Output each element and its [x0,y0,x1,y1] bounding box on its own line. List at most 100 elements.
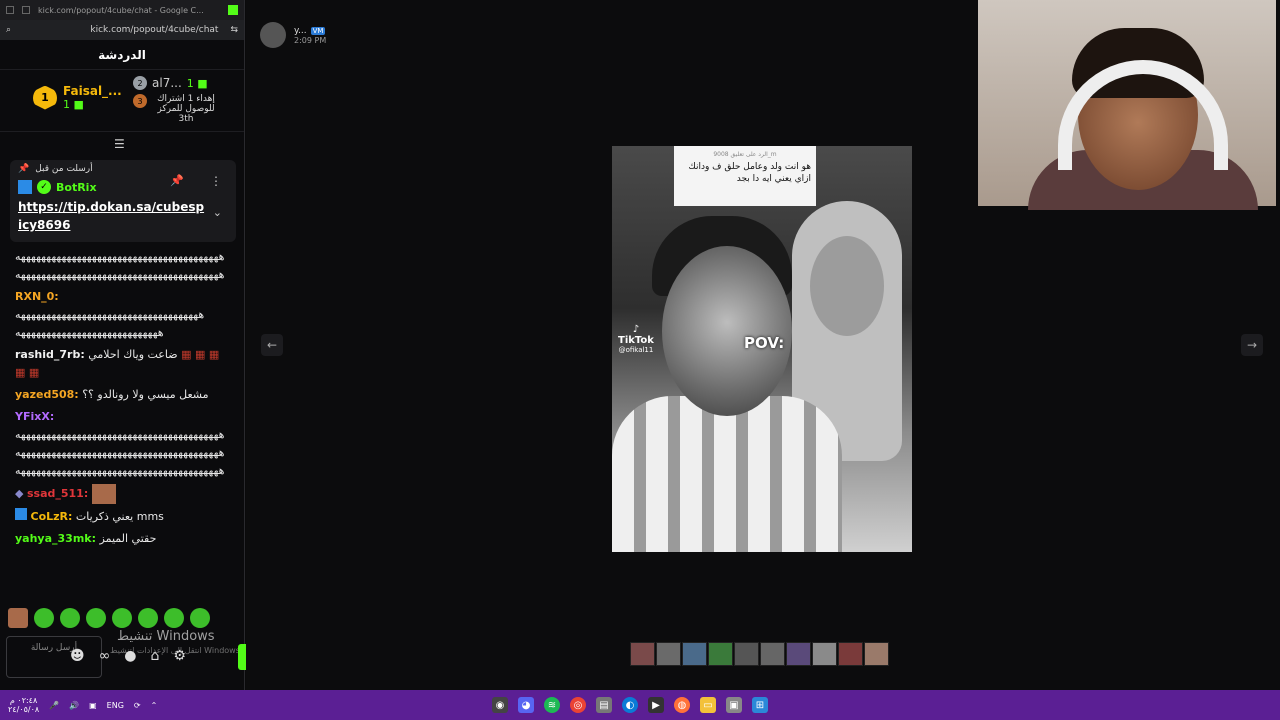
collapse-handle-icon[interactable]: ☰ [114,137,125,151]
leaderboard-second[interactable]: 2 al7... 1 ■ [133,76,208,90]
minimize-icon[interactable] [6,6,14,14]
thumbnail[interactable] [786,642,811,666]
pinned-user[interactable]: ✓ BotRix [18,180,228,194]
reply-caption: الرد على تعليق 9008_m هو انت ولد وعامل ح… [674,146,816,206]
emote-icon[interactable] [190,608,210,628]
chrome-icon[interactable]: ◎ [570,697,586,713]
emoji-icon[interactable]: ☻ [70,648,85,664]
spotify-icon[interactable]: ≋ [544,697,560,713]
rank-3-badge: 3 [133,94,147,108]
url-text[interactable]: kick.com/popout/4cube/chat [90,25,218,35]
emote-icon[interactable] [164,608,184,628]
file-explorer-icon[interactable]: ▭ [700,697,716,713]
thumbnail[interactable] [656,642,681,666]
poster-info: y... VM 2:09 PM [260,22,326,48]
settings-icon[interactable]: ⇆ [230,25,238,35]
leaderboard-first-name: Faisal_... [63,84,122,98]
message-username[interactable]: CoLzR: [31,510,73,523]
chat-message: yahya_33mk: حقتي الميمز [0,530,245,548]
maximize-icon[interactable] [22,6,30,14]
thumbnail[interactable] [630,642,655,666]
emote-icon[interactable] [138,608,158,628]
gift-subscription-text: إهداء 1 اشتراك للوصول للمركز 3th [157,94,215,124]
message-text: ضاعت وياك احلامي [88,348,178,361]
video-editor-icon[interactable]: ▶ [648,697,664,713]
gift-icon[interactable]: ⌂ [151,648,160,664]
next-arrow-icon[interactable]: → [1241,334,1263,356]
message-username[interactable]: YFixX: [15,410,54,423]
edge-icon[interactable]: ◐ [622,697,638,713]
thumbnail[interactable] [682,642,707,666]
message-username[interactable]: yahya_33mk: [15,532,96,545]
browser-titlebar: kick.com/popout/4cube/chat - Google C... [0,0,244,20]
thumbnail[interactable] [812,642,837,666]
infinity-icon[interactable]: ∞ [99,648,111,664]
role-badge: VM [310,26,326,35]
pinned-header: 📌 أرسلت من قبل [18,164,228,174]
message-username[interactable]: rashid_7rb: [15,348,85,361]
pinned-username[interactable]: BotRix [56,181,97,194]
send-button[interactable] [238,644,246,670]
app-icon[interactable]: ▤ [596,697,612,713]
message-username[interactable]: yazed508: [15,388,79,401]
thumbnail[interactable] [708,642,733,666]
face-left [662,246,792,416]
poster-name-row: y... VM [294,26,326,36]
leaderboard-second-count: 1 ■ [187,77,208,90]
clock-time: ٠٢:٤٨ م [9,696,38,705]
thumbnail[interactable] [838,642,863,666]
windows-start-icon[interactable]: ⊞ [752,697,768,713]
leaderboard-third[interactable]: 3 إهداء 1 اشتراك للوصول للمركز 3th [133,94,221,124]
gear-icon[interactable]: ⚙ [173,648,186,664]
task-view-icon[interactable]: ▣ [726,697,742,713]
message-username[interactable]: ssad_511: [27,487,88,500]
pinned-link[interactable]: https://tip.dokan.sa/cubespicy8696 [18,198,208,234]
verified-icon: ✓ [37,180,51,194]
first-count-value: 1 [63,98,70,111]
sync-icon[interactable]: ⟳ [134,701,141,710]
emote-icon[interactable] [8,608,28,628]
rank-2-badge: 2 [133,76,147,90]
badge-icon: ◆ [15,487,24,500]
poster-name[interactable]: y... [294,26,307,36]
volume-icon[interactable]: 🔊 [69,701,79,710]
discord-icon[interactable]: ◕ [518,697,534,713]
avatar[interactable] [260,22,286,48]
media-image[interactable]: الرد على تعليق 9008_m هو انت ولد وعامل ح… [612,146,912,552]
thumbnail-strip [630,642,889,666]
emote-icon[interactable] [60,608,80,628]
chevron-down-icon[interactable]: ⌄ [213,206,222,219]
tiktok-watermark: ♪ TikTok @ofikal11 [618,324,654,354]
obs-icon[interactable]: ◉ [492,697,508,713]
emote-bar [8,608,210,628]
bot-icon [18,180,32,194]
prev-arrow-icon[interactable]: ← [261,334,283,356]
tiktok-label: TikTok [618,335,654,346]
more-options-icon[interactable]: ⋮ [210,174,222,188]
chat-message: هههههههههههههههههههههههههههههههههههههههه… [0,248,245,284]
language-indicator[interactable]: ENG [107,701,124,710]
thumbnail[interactable] [760,642,785,666]
emote-icon[interactable] [86,608,106,628]
message-username[interactable]: RXN_0: [15,290,59,303]
gift-leaderboard: 1 Faisal_... 1 ■ 2 al7... 1 ■ 3 إهداء 1 … [0,70,244,132]
kick-emote-icon[interactable]: ● [124,648,136,664]
gift-icon: ■ [197,76,208,90]
emote-icon[interactable] [112,608,132,628]
network-icon[interactable]: ▣ [89,701,97,710]
leaderboard-first[interactable]: 1 Faisal_... 1 ■ [33,84,122,111]
emote-icon[interactable] [34,608,54,628]
microphone-icon[interactable]: 🎤 [49,701,59,710]
thumbnail[interactable] [864,642,889,666]
clock[interactable]: ٠٢:٤٨ م ٢٤/٠٥/٠٨ [8,696,39,714]
windows-activation-title: تنشيط Windows [117,629,215,644]
unpin-icon[interactable]: 📌 [170,174,184,187]
address-bar[interactable]: ⌕ kick.com/popout/4cube/chat ⇆ [0,20,244,40]
pinned-message: 📌 أرسلت من قبل ✓ BotRix https://tip.doka… [10,160,236,242]
firefox-icon[interactable]: ◍ [674,697,690,713]
thumbnail[interactable] [734,642,759,666]
taskbar-apps: ◉ ◕ ≋ ◎ ▤ ◐ ▶ ◍ ▭ ▣ ⊞ [492,697,768,713]
chevron-up-icon[interactable]: ⌃ [151,701,158,710]
face-right [810,236,884,336]
rank-1-badge: 1 [33,85,57,110]
